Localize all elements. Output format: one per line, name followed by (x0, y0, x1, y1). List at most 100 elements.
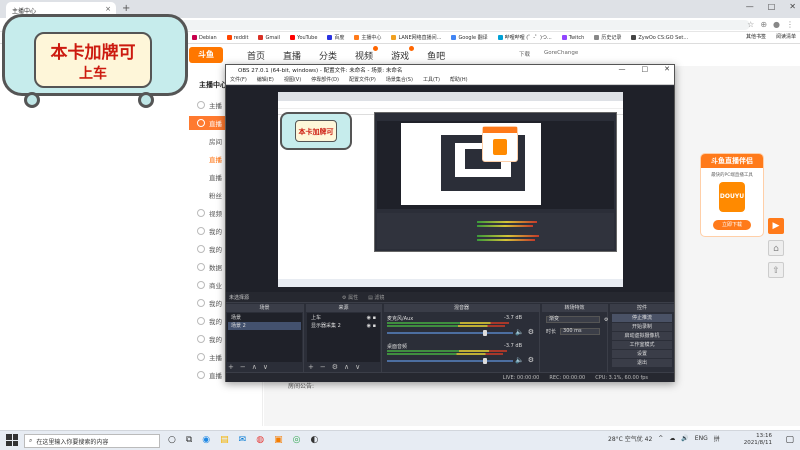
move-down-icon[interactable]: ∨ (355, 363, 360, 371)
taskbar-app-icon[interactable]: ▣ (274, 435, 283, 445)
promo-card[interactable]: 斗鱼直播伴侣 最快的PC端直播工具 DOUYU 立即下载 (700, 153, 764, 237)
volume-slider[interactable] (387, 360, 513, 362)
tray-item[interactable]: ENG (695, 435, 708, 442)
move-down-icon[interactable]: ∨ (263, 363, 268, 371)
add-icon[interactable]: + (228, 363, 234, 371)
profile-icon[interactable]: ● (773, 20, 780, 29)
taskbar-app-icon[interactable]: ▤ (220, 435, 229, 445)
source-item[interactable]: 显示器采集 2 ◉ ▪ (308, 322, 379, 330)
taskbar-app-icon[interactable]: ◍ (256, 435, 264, 445)
tray-item[interactable]: ☁ (669, 435, 675, 442)
tray-item[interactable]: 28°C 空气优 42 (608, 434, 652, 443)
star-icon[interactable]: ☆ (747, 20, 754, 29)
taskbar-app-icon[interactable]: ◎ (293, 435, 301, 445)
eye-icon[interactable]: ◉ ▪ (367, 322, 376, 330)
maximize-icon[interactable]: □ (642, 65, 649, 73)
bookmark-item[interactable]: 主播中心 (354, 34, 381, 41)
volume-slider[interactable] (387, 332, 513, 334)
minimize-icon[interactable]: — (746, 2, 754, 11)
download-link[interactable]: 下载 (519, 50, 530, 58)
obs-menu-item[interactable]: 场景集合(S) (386, 76, 413, 83)
bookmark-item[interactable]: YouTube (290, 35, 317, 41)
taskbar-app-icon[interactable]: ⧉ (186, 435, 192, 445)
new-tab-button[interactable]: + (122, 3, 130, 14)
extension-icon[interactable]: ⊕ (760, 20, 767, 29)
bookmark-item[interactable]: ZywOo CS:GO Set... (631, 35, 688, 41)
properties-button[interactable]: ⚙ 属性 (342, 294, 358, 301)
obs-menu-item[interactable]: 工具(T) (423, 76, 440, 83)
bookmark-item[interactable]: reddit (226, 35, 248, 41)
remove-icon[interactable]: − (240, 363, 246, 371)
menu-icon[interactable]: ⋮ (786, 20, 794, 29)
douyu-nav-item[interactable]: 视频 (355, 46, 379, 62)
bookmark-item[interactable]: Twitch (561, 35, 584, 41)
close-icon[interactable]: ✕ (789, 2, 796, 11)
tray-item[interactable]: 拼 (714, 434, 720, 443)
user-menu[interactable]: GoreChange (544, 50, 578, 58)
move-up-icon[interactable]: ∧ (344, 363, 349, 371)
filters-button[interactable]: ▤ 滤镜 (368, 294, 384, 301)
bookmark-item[interactable]: Gmail (258, 35, 280, 41)
gear-icon[interactable]: ⚙ (604, 317, 608, 323)
remove-icon[interactable]: − (320, 363, 326, 371)
bookmark-item[interactable]: Debian (192, 35, 217, 41)
source-item[interactable]: 上车 ◉ ▪ (308, 314, 379, 322)
douyu-nav-item[interactable]: 首页 (247, 49, 265, 62)
speaker-icon[interactable]: 🔈 (515, 328, 524, 336)
settings-button[interactable]: 设置 (612, 350, 672, 358)
home-icon[interactable]: ⌂ (768, 240, 784, 256)
obs-menu-item[interactable]: 视图(V) (284, 76, 301, 83)
scene-item[interactable]: 场景 2 (228, 322, 301, 330)
duration-input[interactable]: 300 ms (560, 328, 601, 335)
douyu-nav-item[interactable]: 分类 (319, 49, 337, 62)
douyu-nav-item[interactable]: 鱼吧 (427, 49, 445, 62)
eye-icon[interactable]: ◉ ▪ (367, 314, 376, 322)
studio-mode-button[interactable]: 工作室模式 (612, 341, 672, 349)
douyu-nav-item[interactable]: 直播 (283, 49, 301, 62)
reading-list[interactable]: 阅读清单 (776, 33, 796, 40)
play-icon[interactable]: ▶ (768, 218, 784, 234)
close-icon[interactable]: ✕ (664, 65, 670, 73)
move-up-icon[interactable]: ∧ (252, 363, 257, 371)
taskbar-app-icon[interactable]: ◐ (310, 435, 318, 445)
bookmark-item[interactable]: Google 翻译 (451, 34, 488, 41)
bookmark-item[interactable]: LANE网络直播间... (391, 34, 441, 41)
stop-streaming-button[interactable]: 停止推流 (612, 314, 672, 322)
douyu-nav-item[interactable]: 游戏 (391, 46, 415, 62)
scene-item[interactable]: 场景 (228, 314, 301, 322)
transition-select[interactable]: 渐变 (546, 316, 600, 323)
obs-menu-item[interactable]: 配置文件(P) (349, 76, 376, 83)
other-bookmarks[interactable]: 其他书签 (746, 33, 766, 40)
obs-menu-item[interactable]: 文件(F) (230, 76, 247, 83)
taskbar-app-icon[interactable]: ○ (168, 435, 176, 445)
obs-menu-item[interactable]: 停靠部件(D) (311, 76, 339, 83)
bookmark-item[interactable]: 哔哩哔哩 (゜-゜)つ... (497, 34, 552, 41)
tray-item[interactable]: ^ (658, 435, 663, 442)
start-recording-button[interactable]: 开始录制 (612, 323, 672, 331)
tab-close-icon[interactable]: × (105, 5, 111, 13)
taskbar-app-icon[interactable]: ◉ (202, 435, 210, 445)
volume-slider-handle[interactable] (483, 358, 487, 364)
gear-icon[interactable]: ⚙ (528, 328, 534, 336)
gear-icon[interactable]: ⚙ (528, 356, 534, 364)
promo-download-button[interactable]: 立即下载 (713, 220, 751, 230)
clock[interactable]: 13:16 2021/8/11 (744, 433, 772, 447)
exit-button[interactable]: 退出 (612, 359, 672, 367)
notification-icon[interactable]: ▢ (785, 435, 794, 445)
speaker-icon[interactable]: 🔈 (515, 356, 524, 364)
maximize-icon[interactable]: □ (768, 2, 776, 11)
obs-preview[interactable]: 本卡加牌可 (226, 86, 674, 292)
obs-menu-item[interactable]: 编辑(E) (257, 76, 274, 83)
douyu-logo[interactable]: 斗鱼 (189, 47, 223, 63)
add-icon[interactable]: + (308, 363, 314, 371)
bookmark-item[interactable]: 历史记录 (594, 34, 621, 41)
virtual-camera-button[interactable]: 启动虚拟摄像机 (612, 332, 672, 340)
taskbar-search-input[interactable]: ⌕ 在这里输入你要搜索的内容 (24, 434, 160, 448)
tray-item[interactable]: 🔊 (681, 435, 688, 442)
gear-icon[interactable]: ⚙ (332, 363, 338, 371)
taskbar-app-icon[interactable]: ✉ (239, 435, 247, 445)
windows-start-icon[interactable] (6, 434, 18, 446)
scroll-top-icon[interactable]: ⇧ (768, 262, 784, 278)
bookmark-item[interactable]: 百度 (327, 34, 344, 41)
volume-slider-handle[interactable] (483, 330, 487, 336)
